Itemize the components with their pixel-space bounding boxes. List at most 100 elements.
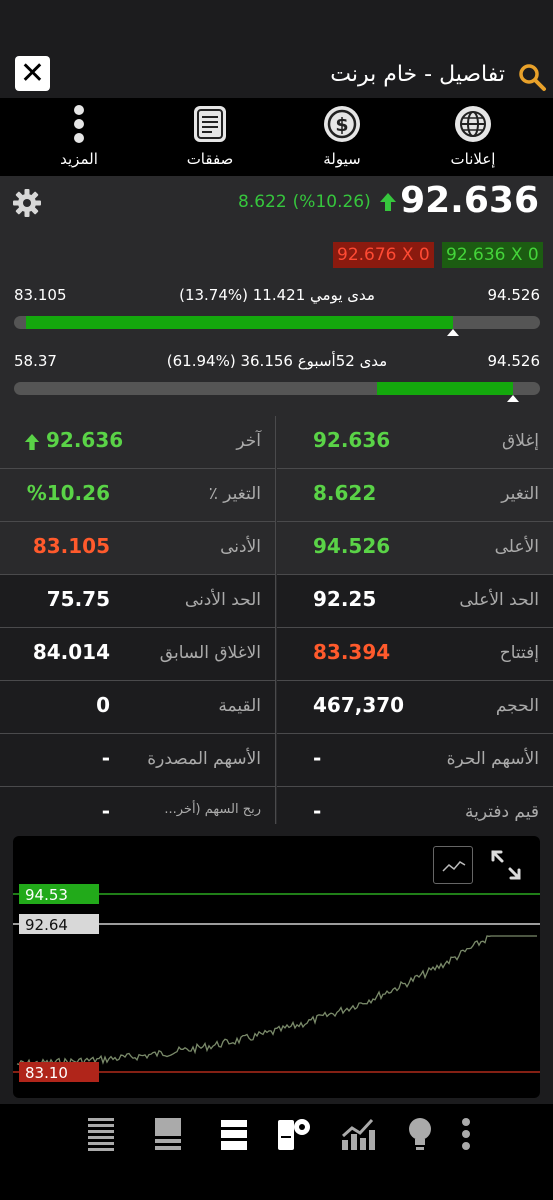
more-menu-icon[interactable] (458, 1116, 474, 1152)
more-button[interactable]: المزيد (24, 104, 134, 174)
stat-value: 94.526 (313, 534, 391, 558)
stat-label: الحد الأدنى (184, 590, 261, 610)
week52-range-fill (376, 382, 513, 395)
stat-value: 75.75 (46, 587, 110, 611)
close-icon: ✕ (19, 55, 46, 91)
details-icon[interactable] (219, 1116, 249, 1152)
price-chart[interactable]: 94.53 92.64 83.10 (13, 836, 540, 1098)
lightbulb-icon[interactable] (405, 1116, 435, 1152)
stat-value: 92.25 (313, 587, 377, 611)
stat-value: - (313, 799, 322, 823)
stat-label: الأدنى (220, 537, 261, 557)
stat-cell: إغلاق 92.636 (277, 416, 553, 469)
gear-icon[interactable] (12, 188, 42, 218)
daily-range-label: مدى يومي 11.421 (%13.74) (179, 286, 375, 304)
low-tag-label: 83.10 (25, 1064, 68, 1082)
stat-value: 83.394 (313, 640, 391, 664)
stat-value: - (313, 746, 322, 770)
stat-value: 83.105 (32, 534, 110, 558)
trades-button[interactable]: صفقات (155, 104, 265, 174)
stat-cell: الحد الأدنى 75.75 (0, 575, 276, 628)
stat-value: 84.014 (32, 640, 110, 664)
price-series-line (16, 935, 537, 1068)
change-value: 8.622 (238, 192, 287, 212)
stat-label: الأسهم المصدرة (147, 749, 261, 769)
announcements-label: إعلانات (450, 150, 496, 168)
stat-cell: القيمة 0 (0, 681, 276, 734)
stat-label: القيمة (218, 696, 261, 716)
arrow-up-icon (379, 193, 396, 211)
stat-cell: التغير 8.622 (277, 469, 553, 522)
stat-label: قيم دفترية (464, 802, 539, 822)
stat-cell: الأدنى 83.105 (0, 522, 276, 575)
stat-value: 0 (96, 693, 110, 717)
stat-label: إفتتاح (499, 643, 539, 663)
stat-cell: الحجم 467,370 (277, 681, 553, 734)
close-button[interactable]: ✕ (15, 56, 50, 91)
status-bar (0, 0, 553, 52)
daily-range-high: 94.526 (487, 286, 541, 304)
ask-box: 92.676 X 0 (333, 242, 434, 268)
stat-cell: التغير ٪ %10.26 (0, 469, 276, 522)
stat-value: 467,370 (313, 693, 405, 717)
announcements-button[interactable]: إعلانات (418, 104, 528, 174)
stat-label: الأسهم الحرة (446, 749, 539, 769)
stat-cell: الحد الأعلى 92.25 (277, 575, 553, 628)
last-price: 92.636 (400, 180, 539, 221)
stat-cell: الأسهم المصدرة - (0, 734, 276, 787)
stat-cell: آخر 92.636 (0, 416, 276, 469)
daily-range-fill (26, 316, 454, 329)
stat-label: الحد الأعلى (459, 590, 539, 610)
line-chart-icon (442, 861, 466, 872)
trades-label: صفقات (186, 150, 234, 168)
action-toolbar: إعلانات $ سيولة صفقات المزيد (0, 98, 553, 176)
stat-cell: الأسهم الحرة - (277, 734, 553, 787)
price-change: 8.622 (%10.26) (238, 192, 397, 212)
stat-cell: قيم دفترية - (277, 787, 553, 824)
daily-range-marker (447, 329, 460, 336)
svg-text:$: $ (335, 114, 348, 136)
high-tag-label: 94.53 (25, 886, 68, 904)
document-icon (194, 106, 226, 142)
chart-type-button[interactable] (433, 846, 473, 884)
stat-label: التغير ٪ (208, 484, 261, 504)
stat-cell: إفتتاح 83.394 (277, 628, 553, 681)
arrow-up-icon (24, 434, 40, 450)
stat-label: الاغلاق السابق (159, 643, 261, 663)
stats-table: إغلاق 92.636 آخر 92.636 التغير 8.622 التغير ٪%… (0, 416, 553, 824)
expand-icon[interactable] (489, 848, 523, 882)
daily-range-bar (14, 316, 540, 329)
table-icon[interactable] (153, 1116, 183, 1152)
quote-panel: 8.622 (%10.26) 92.636 92.676 X 0 92.636 … (0, 176, 553, 416)
stat-value: %10.26 (26, 481, 110, 505)
week52-range-bar (14, 382, 540, 395)
week52-range-label: مدى 52أسبوع 36.156 (%61.94) (166, 352, 388, 370)
liquidity-label: سيولة (323, 150, 361, 168)
page-title: تفاصيل - خام برنت (330, 62, 505, 87)
list-icon[interactable] (86, 1116, 116, 1152)
stat-label: التغير (501, 484, 539, 504)
last-tag-label: 92.64 (25, 916, 68, 934)
search-icon[interactable] (517, 62, 547, 92)
screener-settings-icon[interactable] (276, 1116, 312, 1152)
chart-trend-icon[interactable] (340, 1116, 376, 1152)
stat-value: 92.636 (46, 428, 124, 452)
stat-cell: الأعلى 94.526 (277, 522, 553, 575)
stat-label: إغلاق (502, 431, 539, 451)
stat-value: 8.622 (313, 481, 377, 505)
more-vertical-icon (74, 105, 84, 143)
stat-label: الأعلى (494, 537, 539, 557)
chart-section: 94.53 92.64 83.10 (0, 824, 553, 1104)
stat-value: - (101, 746, 110, 770)
liquidity-button[interactable]: $ سيولة (287, 104, 397, 174)
stat-value: 92.636 (313, 428, 391, 452)
dollar-icon: $ (324, 106, 360, 142)
stat-cell: ربح السهم (أخر... - (0, 787, 276, 824)
globe-icon (455, 106, 491, 142)
stat-value: - (101, 799, 110, 823)
bottom-navigation (0, 1104, 553, 1200)
stat-label: الحجم (495, 696, 539, 716)
stat-label: آخر (236, 431, 261, 451)
more-label: المزيد (60, 150, 98, 168)
change-percent: (%10.26) (292, 192, 371, 212)
